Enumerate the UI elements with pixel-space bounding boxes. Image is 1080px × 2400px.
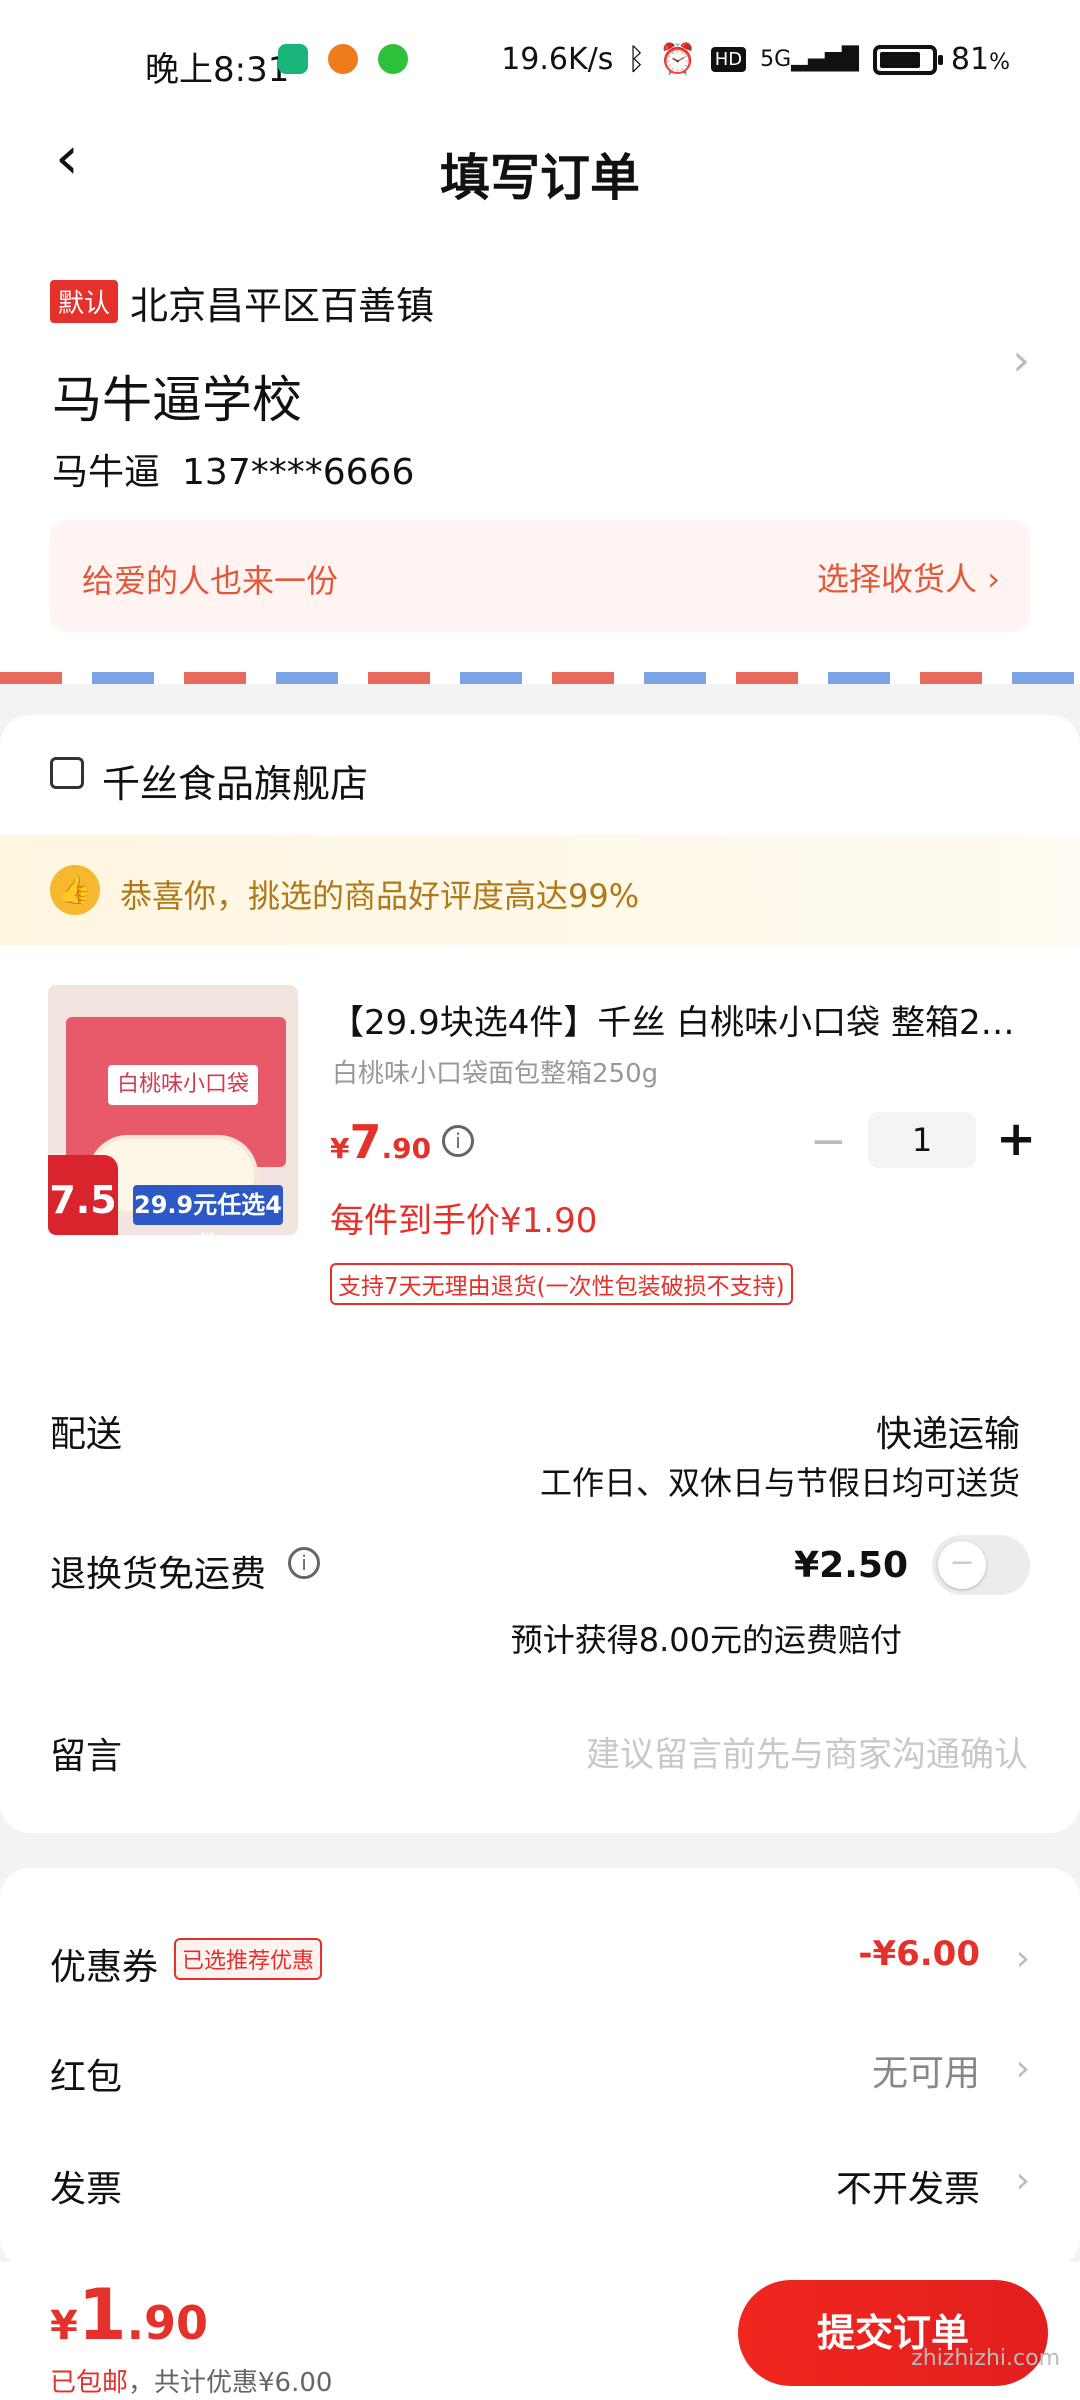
product-image-price: 7.5 xyxy=(48,1155,118,1235)
product-image[interactable]: 白桃味小口袋 7.5 29.9元任选4件 xyxy=(48,985,298,1235)
envelope-border xyxy=(0,672,1080,684)
select-recipient-link[interactable]: 选择收货人 › xyxy=(817,554,1000,600)
saving-text: ，共计优惠¥6.00 xyxy=(128,2368,333,2398)
quantity-decrease-button[interactable]: − xyxy=(810,1120,847,1164)
product-spec: 白桃味小口袋面包整箱250g xyxy=(332,1059,659,1089)
app-notification-icon xyxy=(378,44,408,74)
bottom-bar: ¥1.90 已包邮，共计优惠¥6.00 提交订单 zhizhizhi.com xyxy=(0,2262,1080,2400)
battery-level xyxy=(879,51,921,68)
page-header: ‹ 填写订单 xyxy=(0,110,1080,230)
return-shipping-price: ¥2.50 xyxy=(794,1545,908,1586)
discounts-card: 优惠券 已选推荐优惠 -¥6.00 › 红包 无可用 › 发票 不开发票 › xyxy=(0,1868,1080,2268)
battery-icon xyxy=(872,44,943,75)
hd-icon: HD xyxy=(710,47,747,72)
shipping-free: 已包邮 xyxy=(50,2368,129,2398)
address-region: 北京昌平区百善镇 xyxy=(130,284,435,328)
delivery-method: 快递运输 xyxy=(875,1414,1020,1455)
thumbs-up-icon: 👍 xyxy=(50,865,100,915)
status-bar: 晚上8:31 19.6K/s ᛒ ⏰ HD 5G▂▄▆█ 81% xyxy=(0,0,1080,110)
status-indicators: 19.6K/s ᛒ ⏰ HD 5G▂▄▆█ 81% xyxy=(501,42,1010,77)
default-badge: 默认 xyxy=(50,280,119,323)
quantity-input[interactable]: 1 xyxy=(868,1112,976,1168)
battery-percent: 81% xyxy=(950,42,1010,77)
redpacket-value[interactable]: 无可用 xyxy=(872,2044,980,2096)
product-title[interactable]: 【29.9块选4件】千丝 白桃味小口袋 整箱2… xyxy=(330,995,1040,1044)
net-speed: 19.6K/s xyxy=(501,42,614,77)
return-shipping-note: 预计获得8.00元的运费赔付 xyxy=(510,1621,902,1659)
bluetooth-icon: ᛒ xyxy=(627,41,646,77)
delivery-label: 配送 xyxy=(50,1414,123,1455)
shop-name[interactable]: 千丝食品旗舰店 xyxy=(102,753,368,808)
chevron-right-icon[interactable]: › xyxy=(1016,2048,1030,2089)
shop-card: 千丝食品旗舰店 👍 恭喜你，挑选的商品好评度高达99% 白桃味小口袋 7.5 2… xyxy=(0,715,1080,1833)
toggle-knob: − xyxy=(938,1541,986,1589)
contact-phone: 137****6666 xyxy=(182,452,415,493)
message-label: 留言 xyxy=(50,1736,123,1777)
delivery-note: 工作日、双休日与节假日均可送货 xyxy=(539,1464,1020,1502)
total-price: ¥1.90 xyxy=(50,2274,209,2356)
alarm-icon: ⏰ xyxy=(659,41,697,77)
signal-icon: 5G▂▄▆█ xyxy=(760,47,859,72)
address-card[interactable]: 默认 北京昌平区百善镇 马牛逼学校 马牛逼 137****6666 › 给爱的人也… xyxy=(0,230,1080,684)
praise-banner: 👍 恭喜你，挑选的商品好评度高达99% xyxy=(0,835,1080,945)
each-price: 每件到手价¥1.90 xyxy=(330,1201,598,1241)
return-shipping-toggle[interactable]: − xyxy=(932,1535,1030,1595)
message-input[interactable]: 建议留言前先与商家沟通确认 xyxy=(586,1727,1028,1776)
invoice-label: 发票 xyxy=(50,2169,123,2210)
return-shipping-label: 退换货免运费 xyxy=(50,1554,267,1595)
address-detail: 马牛逼学校 xyxy=(52,371,302,429)
store-icon xyxy=(50,757,84,789)
product-image-promo: 29.9元任选4件 xyxy=(133,1185,283,1235)
total-summary: 已包邮，共计优惠¥6.00 xyxy=(50,2362,332,2399)
gift-recipient-bar[interactable]: 给爱的人也来一份 选择收货人 › xyxy=(50,520,1030,632)
status-time: 晚上8:31 xyxy=(145,50,290,90)
info-icon[interactable]: i xyxy=(288,1547,320,1579)
page-title: 填写订单 xyxy=(440,149,640,207)
coupon-label: 优惠券 xyxy=(50,1947,159,1988)
address-contact: 马牛逼 137****6666 xyxy=(52,443,414,495)
coupon-value[interactable]: -¥6.00 xyxy=(858,1934,980,1974)
app-notification-icon xyxy=(328,44,358,74)
invoice-value[interactable]: 不开发票 xyxy=(836,2160,980,2212)
quantity-increase-button[interactable]: + xyxy=(996,1115,1036,1163)
chevron-right-icon: › xyxy=(1012,335,1030,386)
watermark: zhizhizhi.com xyxy=(911,2346,1060,2371)
contact-name: 马牛逼 xyxy=(52,452,161,493)
praise-text: 恭喜你，挑选的商品好评度高达99% xyxy=(120,877,640,915)
chevron-right-icon[interactable]: › xyxy=(1016,2160,1030,2201)
refund-policy-tag: 支持7天无理由退货(一次性包装破损不支持) xyxy=(330,1263,793,1305)
redpacket-label: 红包 xyxy=(50,2057,123,2098)
coupon-tag: 已选推荐优惠 xyxy=(174,1938,323,1980)
app-notification-icon xyxy=(278,44,308,74)
gift-prompt: 给爱的人也来一份 xyxy=(82,562,339,600)
chevron-right-icon[interactable]: › xyxy=(1016,1938,1030,1979)
product-price: ¥7.90 xyxy=(330,1115,432,1169)
info-icon[interactable]: i xyxy=(442,1125,474,1157)
product-image-label: 白桃味小口袋 xyxy=(108,1065,258,1105)
